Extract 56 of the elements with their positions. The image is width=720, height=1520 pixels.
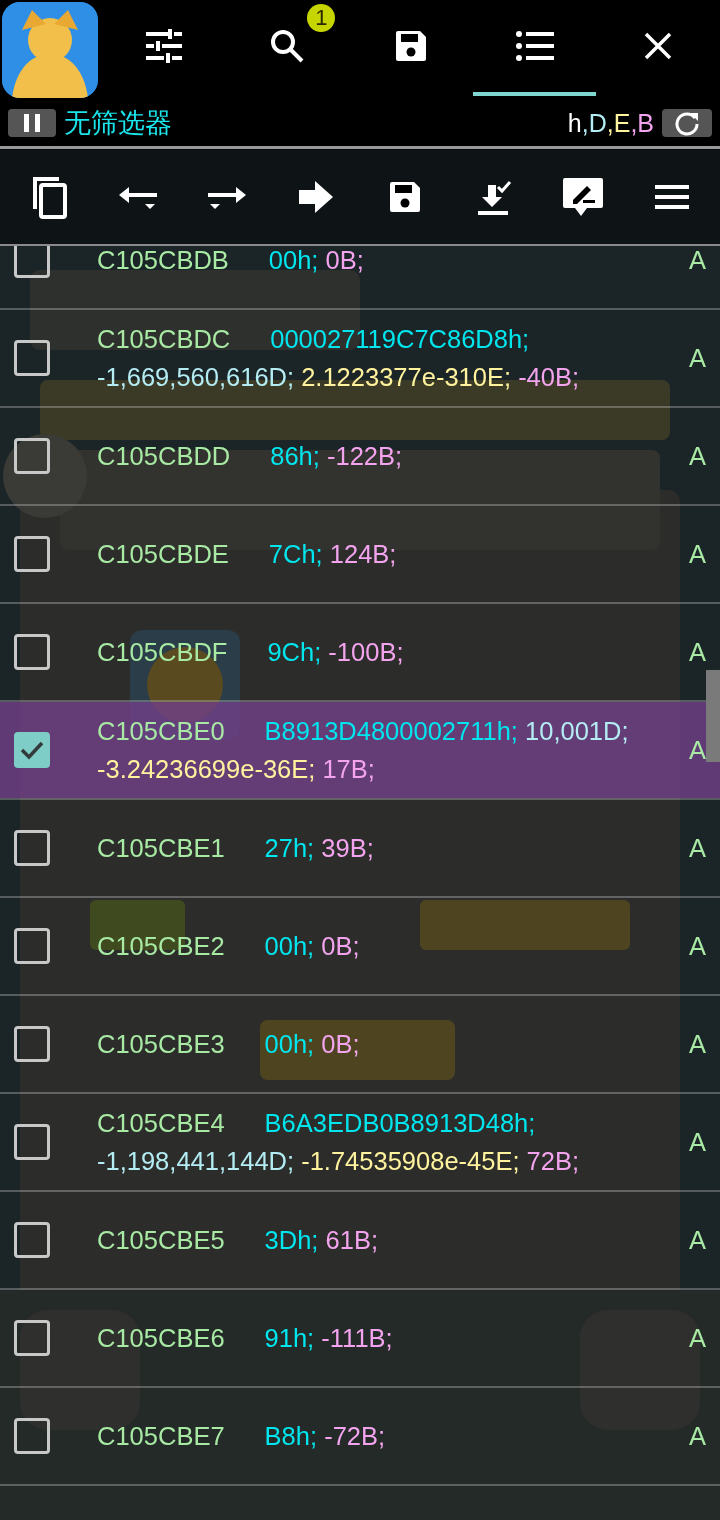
close-icon [643,31,674,61]
sliders-icon [143,29,184,63]
right-arrow-icon [298,180,333,213]
memory-value: C105CBE0 B8913D4800002711h; 10,001D; -3.24236699e-36E; 17B; [97,716,630,785]
type-letter: A [689,1421,706,1451]
save-icon [393,28,429,64]
pause-button[interactable] [8,109,56,137]
type-letter: A [689,735,706,765]
type-letter: A [689,1127,706,1157]
memory-value: C105CBDF 9Ch; -100B; [97,637,405,668]
count-badge: 1 [307,4,336,32]
type-letter: A [689,343,706,373]
type-letter: A [689,637,706,667]
search-icon [269,28,306,64]
type-letter: A [689,931,706,961]
checkbox[interactable] [14,928,50,964]
filter-label: 无筛选器 [64,107,173,140]
checkbox[interactable] [14,1124,50,1160]
type-letter: A [689,1225,706,1255]
checkbox[interactable] [14,1026,50,1062]
type-letter: A [689,833,706,863]
checkmark-icon [20,740,44,760]
checkbox[interactable] [14,1320,50,1356]
type-letter: A [689,441,706,471]
checkbox[interactable] [14,732,50,768]
memory-value: C105CBE7 B8h; -72B; [97,1421,387,1452]
scrollbar[interactable] [706,670,720,762]
checkbox[interactable] [14,246,50,278]
memory-value: C105CBE3 00h; 0B; [97,1029,361,1060]
memory-value: C105CBDB 00h; 0B; [97,246,365,276]
type-letter: A [689,1323,706,1353]
list-icon [514,30,555,62]
memory-value: C105CBE6 91h; -111B; [97,1323,394,1354]
checkbox[interactable] [14,634,50,670]
memory-value: C105CBDC 000027119C7C86D8h; -1,669,560,616D; 2.1223377e-310E; -40B; [97,324,581,393]
search-tab[interactable]: 1 [225,0,350,96]
memory-value: C105CBDD 86h; -122B; [97,441,404,472]
refresh-button[interactable] [662,109,712,137]
memory-value: C105CBE2 00h; 0B; [97,931,361,962]
app-icon[interactable] [2,2,98,98]
memory-value: C105CBE1 27h; 39B; [97,833,375,864]
checkbox[interactable] [14,438,50,474]
checkbox[interactable] [14,1418,50,1454]
type-letter: A [689,539,706,569]
checkbox[interactable] [14,340,50,376]
checkbox[interactable] [14,830,50,866]
type-letter: A [689,246,706,275]
edit-note-icon [560,175,605,218]
memory-value: C105CBDE 7Ch; 124B; [97,539,398,570]
checkbox[interactable] [14,536,50,572]
memory-value: C105CBE5 3Dh; 61B; [97,1225,379,1256]
memory-value: C105CBE4 B6A3EDB0B8913D48h; -1,198,441,144D; -1.74535908e-45E; 72B; [97,1108,581,1177]
type-letter: A [689,1029,706,1059]
checkbox[interactable] [14,1222,50,1258]
value-types: h,D,E,B [567,108,654,138]
menu-icon [654,184,689,209]
